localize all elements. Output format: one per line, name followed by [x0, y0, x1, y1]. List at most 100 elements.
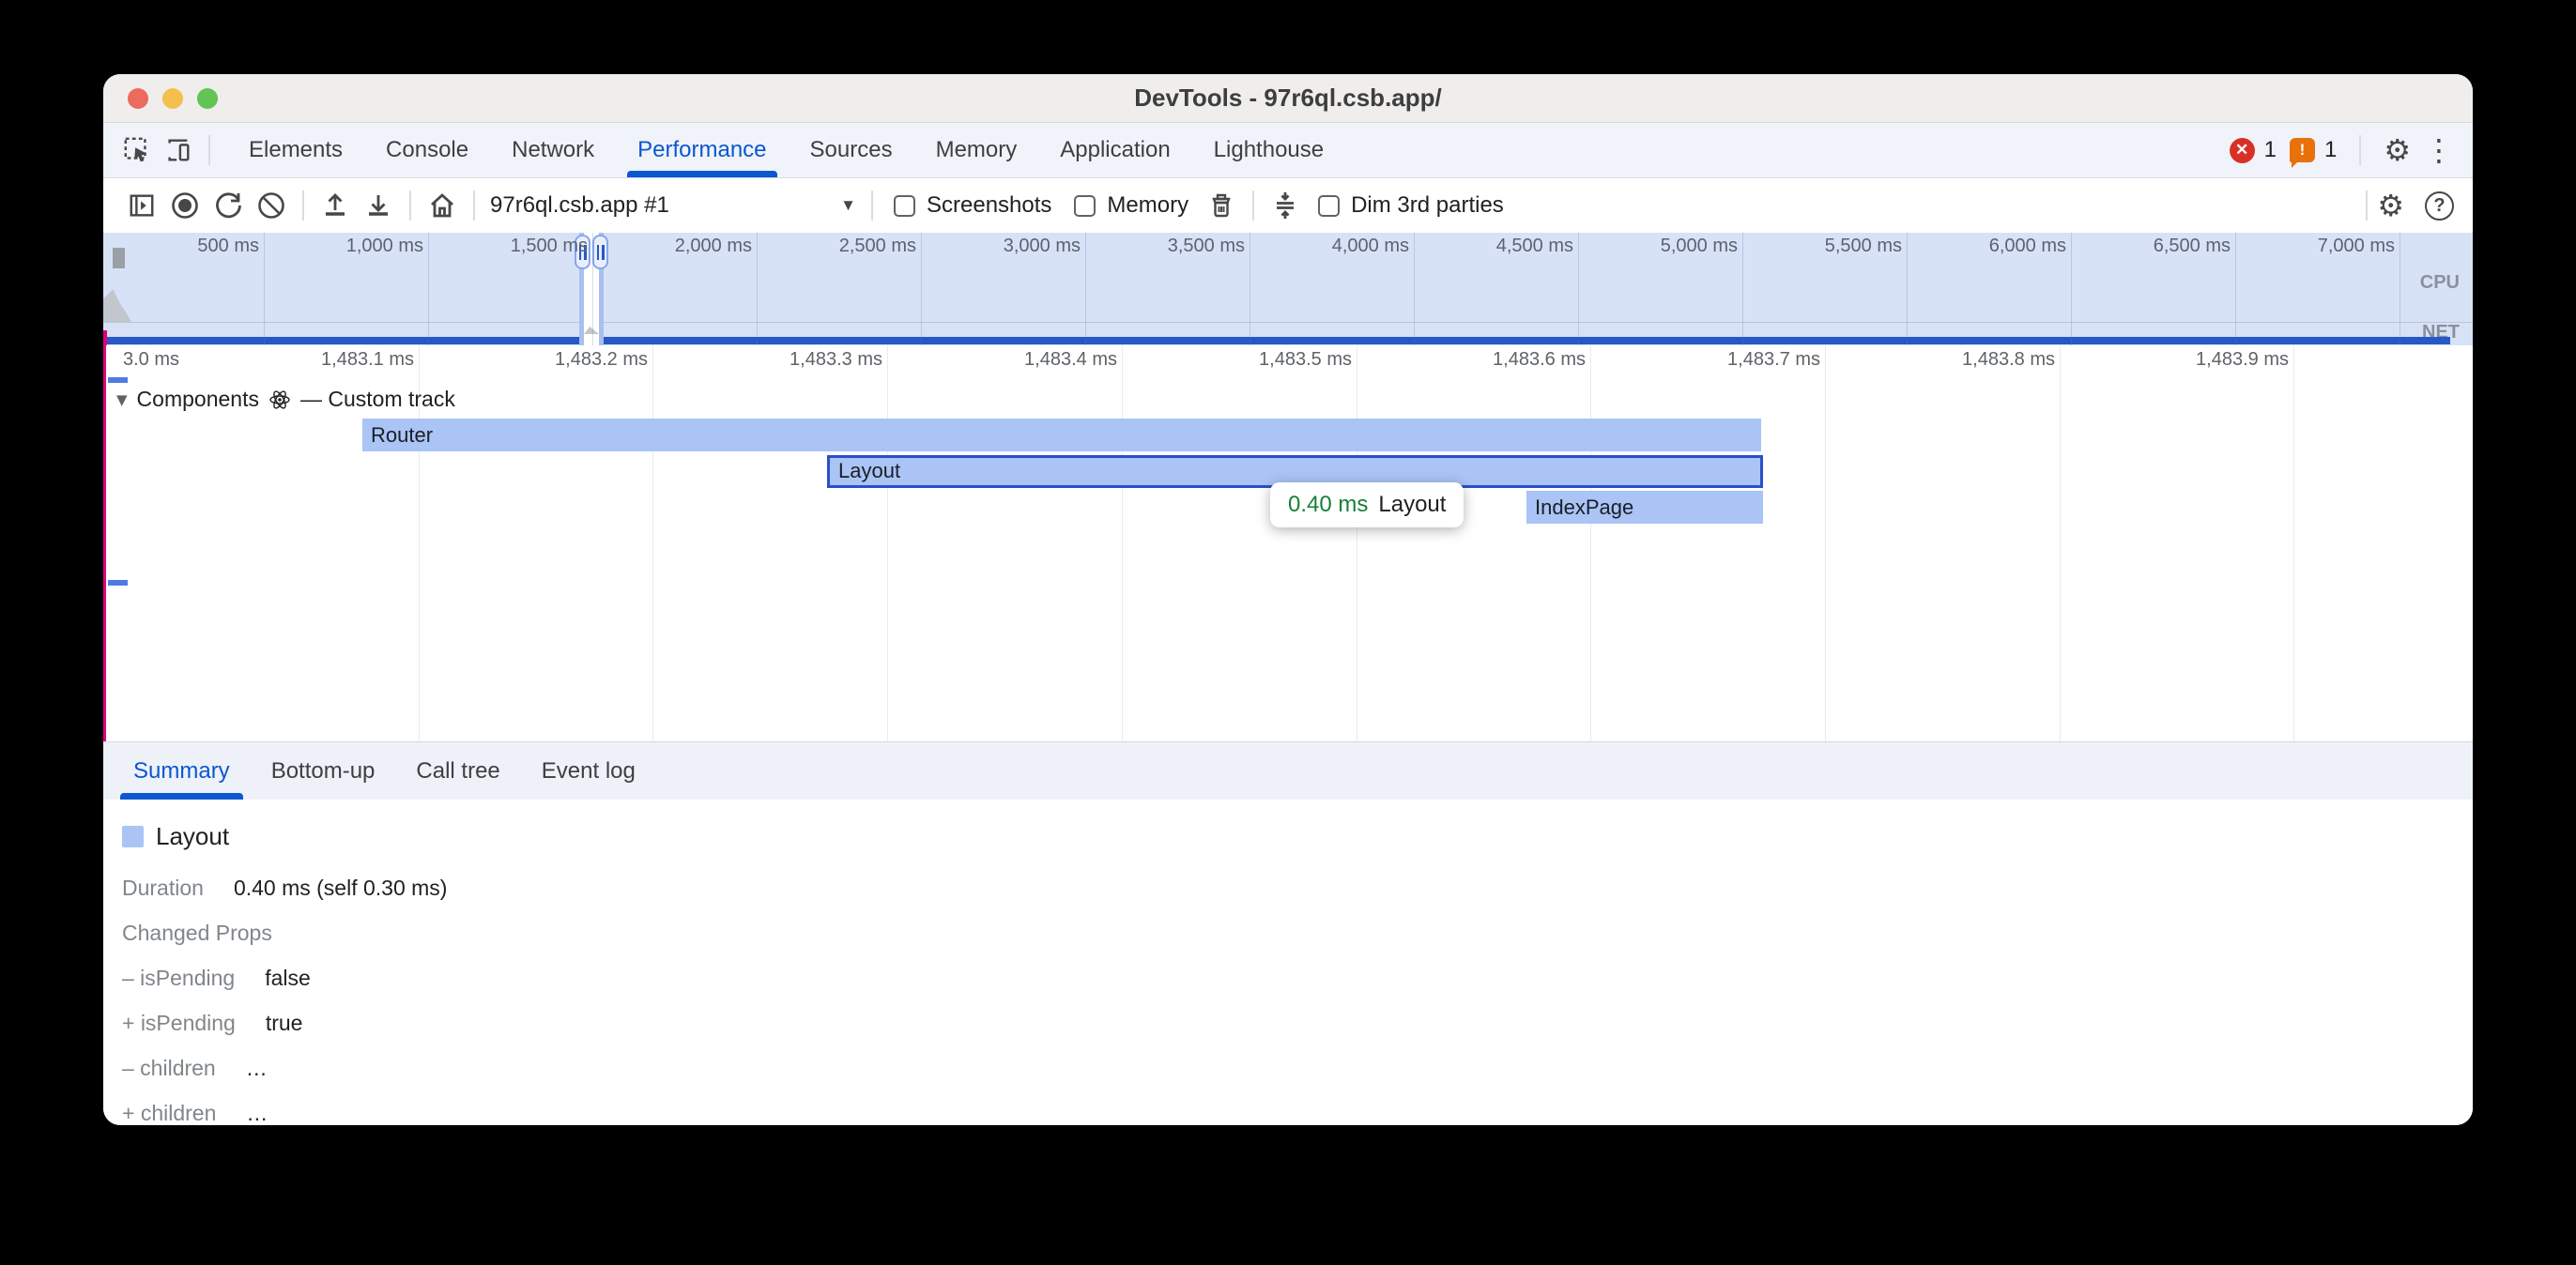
devtools-window: DevTools - 97r6ql.csb.app/ Elements Conso… [103, 74, 2473, 1125]
overview-tick-label: 4,000 ms [1221, 236, 1409, 257]
checkbox-icon[interactable] [1318, 195, 1340, 217]
tab-elements[interactable]: Elements [227, 123, 364, 177]
event-mark [108, 580, 128, 586]
ruler-tick-label: 3.0 ms [103, 349, 179, 371]
history-dropdown[interactable]: 97r6ql.csb.app #1 ▼ [490, 192, 856, 219]
summary-pane: Layout Duration 0.40 ms (self 0.30 ms) Cha… [103, 800, 2473, 1125]
ruler-tick-label: 1,483.5 ms [1155, 349, 1352, 371]
overview-tick-label: 4,500 ms [1386, 236, 1573, 257]
timeline-overview[interactable]: CPU NET 500 ms1,000 ms1,500 ms2,000 ms2,… [103, 233, 2473, 345]
summary-row: + children… [122, 1101, 2473, 1125]
checkbox-icon[interactable] [1074, 195, 1096, 217]
tooltip-duration: 0.40 ms [1288, 492, 1368, 518]
tab-bottom-up[interactable]: Bottom-up [251, 742, 396, 800]
performance-toolbar: 97r6ql.csb.app #1 ▼ Screenshots Memory [103, 178, 2473, 233]
overview-tick-label: 1,000 ms [236, 236, 423, 257]
tab-memory[interactable]: Memory [914, 123, 1039, 177]
upload-profile-icon[interactable] [314, 184, 357, 227]
device-toolbar-icon[interactable] [158, 130, 199, 171]
tab-application[interactable]: Application [1038, 123, 1191, 177]
screenshots-checkbox[interactable]: Screenshots [894, 192, 1051, 219]
tab-label: Event log [542, 758, 636, 785]
tab-console[interactable]: Console [364, 123, 490, 177]
summary-row: – children … [122, 1056, 2473, 1081]
record-button[interactable] [163, 184, 207, 227]
track-header[interactable]: ▼ Components — Custom track [116, 387, 455, 412]
tooltip-event-name: Layout [1378, 492, 1446, 518]
reload-record-button[interactable] [207, 184, 250, 227]
active-tab-underline [120, 793, 243, 800]
settings-gear-icon[interactable]: ⚙ [2384, 135, 2411, 165]
tab-label: Network [512, 137, 594, 163]
clear-button[interactable] [250, 184, 293, 227]
dim-3rd-parties-checkbox[interactable]: Dim 3rd parties [1318, 192, 1504, 219]
cpu-activity-sparkline [103, 289, 131, 322]
flame-chart[interactable]: ▼ Components — Custom track Router Layout… [103, 377, 2473, 741]
flame-gridline [2293, 377, 2294, 741]
toggle-sidebar-icon[interactable] [120, 184, 163, 227]
tab-network[interactable]: Network [490, 123, 616, 177]
tab-performance[interactable]: Performance [616, 123, 788, 177]
tab-call-tree[interactable]: Call tree [395, 742, 520, 800]
checkbox-icon[interactable] [894, 195, 915, 217]
event-bar-indexpage[interactable]: IndexPage [1526, 491, 1763, 524]
ruler-tick-label: 1,483.8 ms [1858, 349, 2055, 371]
summary-row-label: Duration [122, 876, 204, 901]
download-profile-icon[interactable] [357, 184, 400, 227]
ruler-gridline [887, 345, 888, 377]
help-icon[interactable]: ? [2425, 191, 2454, 221]
compress-timeline-icon[interactable] [1264, 184, 1307, 227]
separator [2366, 191, 2368, 221]
overview-tick-label: 7,000 ms [2207, 236, 2395, 257]
summary-header: Layout [122, 822, 2473, 851]
inspect-element-icon[interactable] [116, 130, 158, 171]
summary-row-label: Changed Props [122, 921, 272, 946]
kebab-menu-icon[interactable]: ⋮ [2424, 135, 2454, 165]
marker-tick [103, 330, 107, 345]
tab-event-log[interactable]: Event log [521, 742, 656, 800]
summary-row-label: + isPending [122, 1011, 236, 1036]
ruler-gridline [1590, 345, 1591, 377]
tab-label: Memory [936, 137, 1018, 163]
event-bar-label: IndexPage [1535, 495, 1633, 520]
ruler-gridline [2293, 345, 2294, 377]
track-subtitle: — Custom track [300, 387, 455, 412]
capture-settings-gear-icon[interactable]: ⚙ [2377, 191, 2404, 221]
chevron-down-icon: ▼ [840, 196, 856, 215]
event-bar-router[interactable]: Router [362, 419, 1761, 451]
overview-tick-label: 1,500 ms [400, 236, 588, 257]
tab-summary[interactable]: Summary [113, 742, 251, 800]
summary-row-value: … [246, 1056, 268, 1081]
tab-label: Lighthouse [1214, 137, 1324, 163]
summary-row-label: – children [122, 1056, 216, 1081]
flame-gridline [2060, 377, 2061, 741]
summary-row: Changed Props [122, 921, 2473, 946]
warning-count[interactable]: 1 [2324, 137, 2337, 163]
separator [208, 135, 210, 165]
collect-garbage-icon[interactable] [1200, 184, 1243, 227]
overview-tick-label: 2,000 ms [564, 236, 752, 257]
timeline-ruler[interactable]: 3.0 ms1,483.1 ms1,483.2 ms1,483.3 ms1,48… [103, 345, 2473, 377]
warning-badge-icon[interactable]: ! [2290, 138, 2315, 162]
tab-label: Elements [249, 137, 343, 163]
error-badge-icon[interactable]: ✕ [2230, 138, 2255, 163]
network-activity-bar [103, 337, 2450, 344]
error-count[interactable]: 1 [2264, 137, 2277, 163]
overview-tick-label: 6,000 ms [1878, 236, 2066, 257]
live-metrics-home-icon[interactable] [421, 184, 464, 227]
tab-label: Performance [637, 137, 766, 163]
ruler-gridline [652, 345, 653, 377]
ruler-tick-label: 1,483.4 ms [920, 349, 1117, 371]
collapse-triangle-icon[interactable]: ▼ [116, 391, 128, 408]
ruler-gridline [419, 345, 420, 377]
separator [473, 191, 475, 221]
ruler-tick-label: 1,483.2 ms [451, 349, 648, 371]
summary-row-value: … [246, 1101, 268, 1125]
summary-row-value: 0.40 ms (self 0.30 ms) [234, 876, 448, 901]
memory-checkbox[interactable]: Memory [1074, 192, 1188, 219]
tab-lighthouse[interactable]: Lighthouse [1192, 123, 1345, 177]
window-title: DevTools - 97r6ql.csb.app/ [103, 84, 2473, 113]
tab-sources[interactable]: Sources [789, 123, 914, 177]
ruler-gridline [1122, 345, 1123, 377]
panel-tabs: Elements Console Network Performance Sources… [227, 123, 1345, 177]
